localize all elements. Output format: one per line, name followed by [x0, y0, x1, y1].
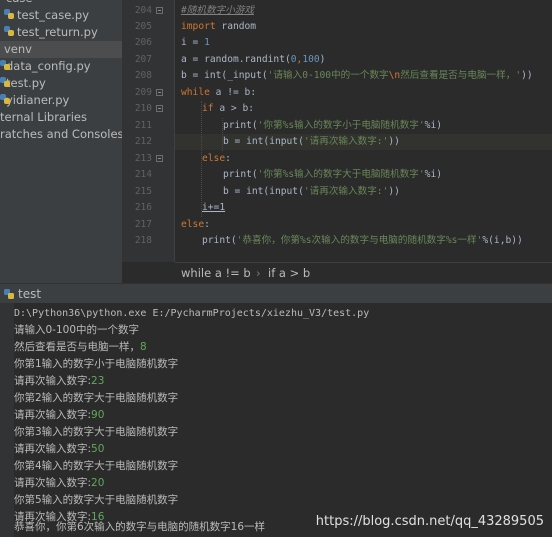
tree-item-external-libraries[interactable]: ternal Libraries [0, 109, 87, 126]
user-input-value: 8 [140, 341, 147, 353]
code-line-213: else: [202, 153, 231, 164]
python-file-icon [4, 9, 15, 20]
code-line-208: b = int(_input('请输入0-100中的一个数字\n然后查看是否与电… [181, 70, 533, 81]
breadcrumb-separator: › [256, 266, 261, 280]
fold-marker-icon[interactable] [156, 7, 163, 14]
code-line-211: print('你第%s输入的数字小于电脑随机数字'%i) [223, 120, 442, 131]
file-label: data_config.py [6, 59, 91, 73]
user-input-value: 20 [91, 477, 105, 489]
code-line-206: i = 1 [181, 37, 210, 48]
line-number: 204 [134, 5, 152, 16]
code-line-205: import random [181, 21, 257, 32]
python-file-icon [0, 94, 10, 105]
tree-item-venv[interactable]: venv [0, 41, 122, 58]
user-input-value: 23 [91, 375, 105, 387]
console-line: 请输入0-100中的一个数字 [14, 324, 140, 336]
line-number: 216 [134, 202, 152, 213]
tree-item-yidianer[interactable]: yidianer.py [0, 92, 69, 109]
code-line-218: print('恭喜你，你第%s次输入的数字与电脑的随机数字%s一样'%(i,b)… [202, 235, 523, 246]
code-line-214: print('你第%s输入的数字大于电脑随机数字'%i) [223, 169, 442, 180]
file-label: test_case.py [17, 8, 90, 22]
console-line: 你第1输入的数字小于电脑随机数字 [14, 358, 179, 370]
python-file-icon [4, 26, 15, 37]
file-label: yidianer.py [6, 93, 70, 107]
line-number: 215 [134, 186, 152, 197]
python-file-icon [0, 60, 10, 71]
file-label: test.py [6, 76, 46, 90]
run-tab-test[interactable]: test [18, 284, 41, 304]
console-toolbar-strip [0, 303, 14, 537]
console-line: 你第4输入的数字大于电脑随机数字 [14, 460, 179, 472]
code-line-210: if a > b: [202, 103, 254, 114]
breadcrumb-item-while[interactable]: while a != b [181, 263, 251, 284]
library-label: ternal Libraries [0, 110, 87, 124]
line-number: 214 [134, 169, 152, 180]
code-line-217: else: [181, 219, 210, 230]
line-number: 212 [134, 136, 152, 147]
scratch-label: ratches and Consoles [0, 127, 122, 141]
file-label: test_return.py [17, 25, 98, 39]
breadcrumb-item-if[interactable]: if a > b [268, 263, 310, 284]
fold-marker-icon[interactable] [156, 155, 163, 162]
line-number: 217 [134, 219, 152, 230]
code-line-215: b = int(input('请再次输入数字:')) [223, 186, 400, 197]
project-tree: case test_case.py test_return.py venv da… [0, 0, 122, 283]
line-number: 209 [134, 87, 152, 98]
line-number: 213 [134, 153, 152, 164]
code-line-204: #随机数字小游戏 [181, 5, 254, 16]
tree-item-data-config[interactable]: data_config.py [0, 58, 91, 75]
run-python-icon [4, 289, 14, 299]
watermark: https://blog.csdn.net/qq_43289505 [315, 514, 544, 529]
user-input-value: 50 [91, 443, 105, 455]
tree-item-test[interactable]: test.py [0, 75, 46, 92]
run-tool-window-header: test [0, 283, 552, 304]
breadcrumb: while a != b › if a > b [175, 262, 552, 284]
folder-label: venv [4, 42, 32, 56]
console-line: 你第5输入的数字大于电脑随机数字 [14, 494, 179, 506]
console-line: 你第3输入的数字大于电脑随机数字 [14, 426, 179, 438]
console-line: 请再次输入数字:20 [14, 477, 105, 489]
line-number: 218 [134, 235, 152, 246]
console-line: 请再次输入数字:50 [14, 443, 105, 455]
folder-label: case [6, 0, 32, 5]
code-line-209: while a != b: [181, 87, 257, 98]
console-line: 请再次输入数字:23 [14, 375, 105, 387]
line-number: 205 [134, 21, 152, 32]
code-line-207: a = random.randint(0,100) [181, 54, 326, 65]
python-file-icon [0, 77, 10, 88]
line-number: 211 [134, 120, 152, 131]
line-number: 208 [134, 70, 152, 81]
console-line: 恭喜你，你第6次输入的数字与电脑的随机数字16一样 [14, 521, 266, 533]
line-number: 207 [134, 54, 152, 65]
editor-gutter: 204 205 206 207 208 209 210 211 212 213 … [122, 0, 175, 262]
code-line-216: i+=1 [202, 202, 226, 213]
fold-marker-icon[interactable] [156, 105, 163, 112]
console-line: D:\Python36\python.exe E:/PycharmProject… [14, 308, 370, 319]
console-line: 请再次输入数字:90 [14, 409, 105, 421]
user-input-value: 90 [91, 409, 105, 421]
code-line-212: b = int(input('请再次输入数字:')) [223, 136, 400, 147]
console-line: 然后查看是否与电脑一样，8 [14, 341, 147, 353]
line-number: 206 [134, 37, 152, 48]
tree-item-test-case[interactable]: test_case.py [4, 7, 89, 24]
tree-item-case[interactable]: case [6, 0, 32, 7]
fold-marker-icon[interactable] [156, 89, 163, 96]
tree-item-scratches[interactable]: ratches and Consoles [0, 126, 122, 143]
console-line: 你第2输入的数字大于电脑随机数字 [14, 392, 179, 404]
code-editor[interactable]: #随机数字小游戏 import random i = 1 a = random.… [175, 0, 552, 262]
tree-item-test-return[interactable]: test_return.py [4, 24, 98, 41]
line-number: 210 [134, 103, 152, 114]
